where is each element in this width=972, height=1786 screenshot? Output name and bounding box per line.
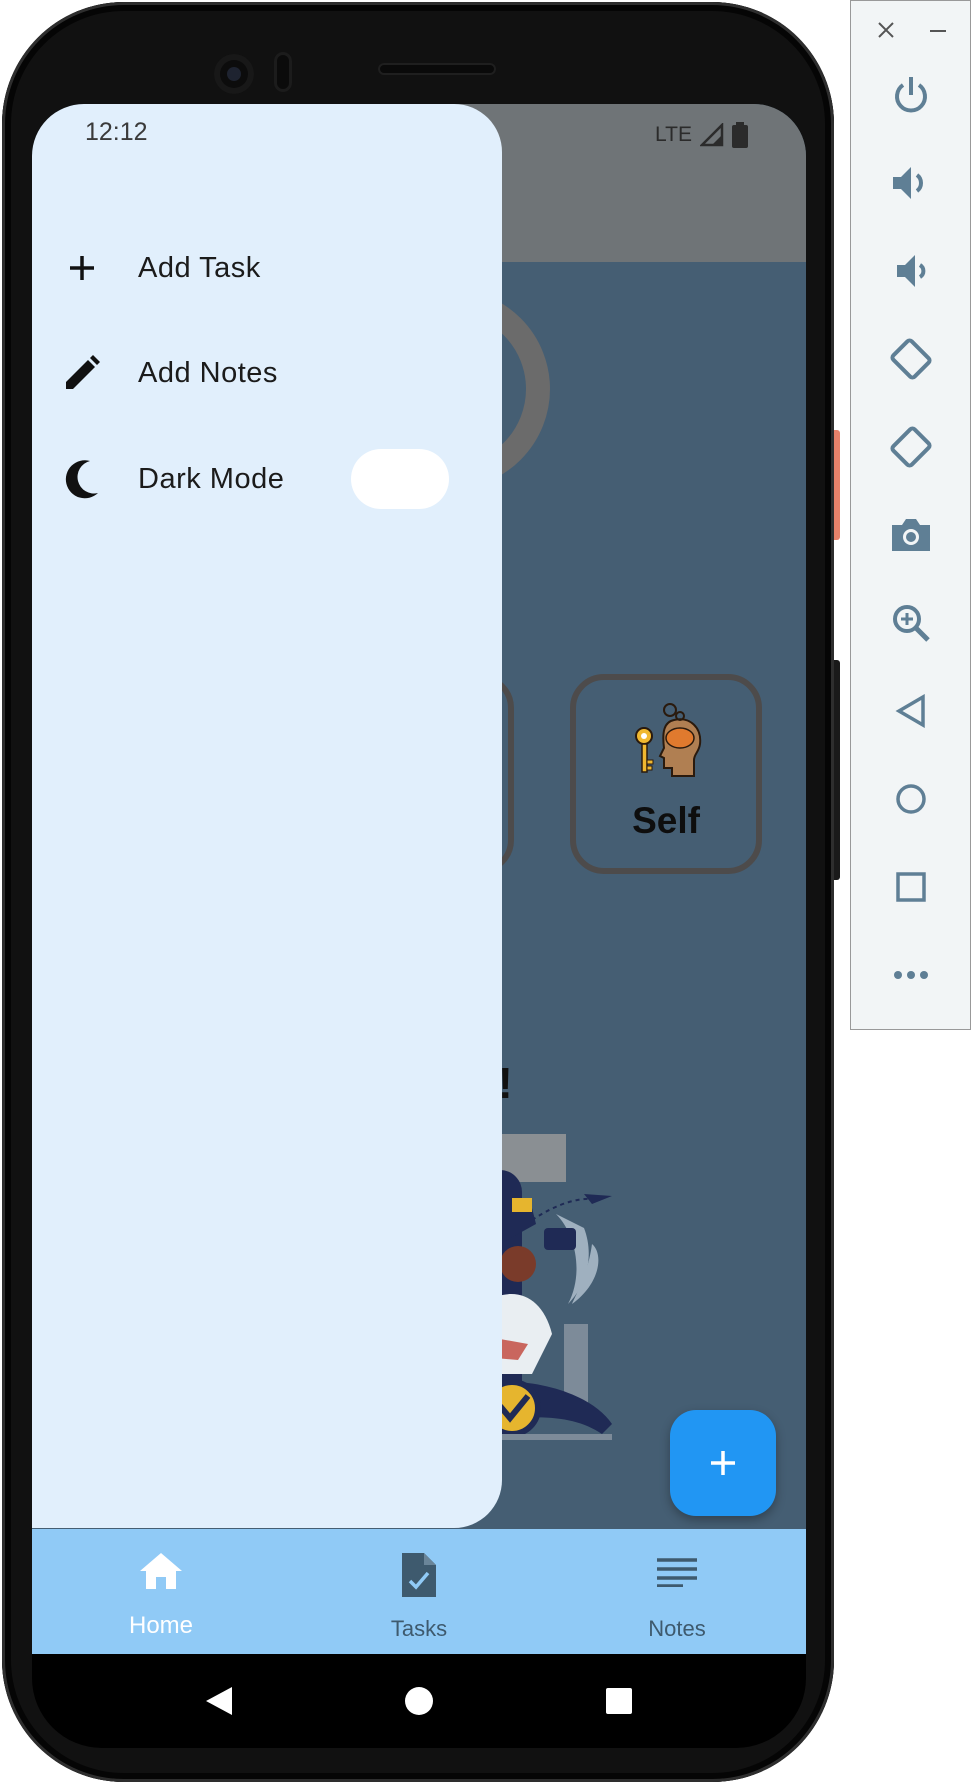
drawer-item-dark-mode[interactable]: Dark Mode [32, 437, 502, 521]
back-button[interactable] [881, 681, 941, 741]
phone-screen: LTE Self ! 12:12 Add Task Add Notes Dark… [32, 104, 806, 1654]
volume-up-button[interactable] [881, 153, 941, 213]
add-fab-button[interactable] [670, 1410, 776, 1516]
task-document-icon [290, 1551, 548, 1599]
navigation-drawer: 12:12 Add Task Add Notes Dark Mode [32, 104, 502, 1528]
self-brain-key-icon [635, 703, 702, 777]
home-button[interactable] [881, 769, 941, 829]
system-navigation-bar [32, 1654, 806, 1748]
volume-down-icon [897, 255, 926, 287]
drawer-item-label: Dark Mode [138, 462, 285, 495]
bottom-navigation: Home Tasks Notes [32, 1529, 806, 1654]
dark-mode-toggle[interactable] [351, 449, 449, 509]
volume-down-button[interactable] [881, 241, 941, 301]
plus-icon [62, 248, 102, 288]
home-circle-icon [896, 784, 926, 814]
rotate-left-button[interactable] [881, 329, 941, 389]
system-back-button[interactable] [198, 1680, 240, 1722]
nav-label-tasks: Tasks [390, 1616, 448, 1641]
status-icons: LTE [655, 122, 748, 148]
proximity-sensor [274, 52, 292, 92]
drawer-item-label: Add Task [138, 251, 261, 284]
plus-icon [711, 1451, 735, 1475]
nav-item-tasks[interactable]: Tasks [290, 1529, 548, 1654]
camera-icon [892, 519, 930, 551]
recents-square-icon [606, 1688, 632, 1714]
drawer-item-add-notes[interactable]: Add Notes [32, 331, 502, 415]
zoom-button[interactable] [881, 593, 941, 653]
nav-item-home[interactable]: Home [32, 1529, 290, 1654]
rotate-left-icon [890, 338, 932, 380]
close-icon[interactable] [877, 21, 895, 39]
rotate-right-icon [890, 426, 932, 468]
rotate-right-button[interactable] [881, 417, 941, 477]
signal-icon [700, 123, 724, 147]
battery-icon [732, 122, 748, 148]
network-label: LTE [655, 123, 692, 146]
volume-up-icon [893, 167, 923, 199]
more-icon [894, 971, 928, 979]
power-icon [895, 77, 927, 113]
system-recents-button[interactable] [598, 1680, 640, 1722]
notes-lines-icon [548, 1557, 806, 1587]
back-triangle-icon [206, 1687, 232, 1715]
overview-icon [896, 872, 926, 902]
home-icon [32, 1551, 290, 1591]
moon-icon [62, 459, 102, 499]
back-icon [895, 694, 925, 728]
status-time: 12:12 [85, 118, 148, 146]
system-home-button[interactable] [398, 1680, 440, 1722]
category-card-self[interactable]: Self [570, 674, 762, 874]
pencil-icon [62, 353, 102, 393]
nav-label-home: Home [128, 1612, 194, 1639]
power-button[interactable] [881, 65, 941, 125]
overview-button[interactable] [881, 857, 941, 917]
nav-item-notes[interactable]: Notes [548, 1529, 806, 1654]
home-circle-icon [405, 1687, 433, 1715]
earpiece-speaker [378, 63, 496, 75]
power-side-button [834, 430, 840, 540]
front-camera [214, 54, 254, 94]
minimize-icon[interactable] [929, 29, 947, 33]
drawer-item-add-task[interactable]: Add Task [32, 226, 502, 310]
emulator-toolbar [850, 0, 971, 1030]
category-card-label: Self [632, 800, 700, 841]
screenshot-button[interactable] [881, 505, 941, 565]
more-button[interactable] [881, 945, 941, 1005]
drawer-item-label: Add Notes [138, 356, 278, 389]
volume-side-button [834, 660, 840, 880]
zoom-icon [893, 605, 930, 642]
nav-label-notes: Notes [648, 1616, 706, 1641]
